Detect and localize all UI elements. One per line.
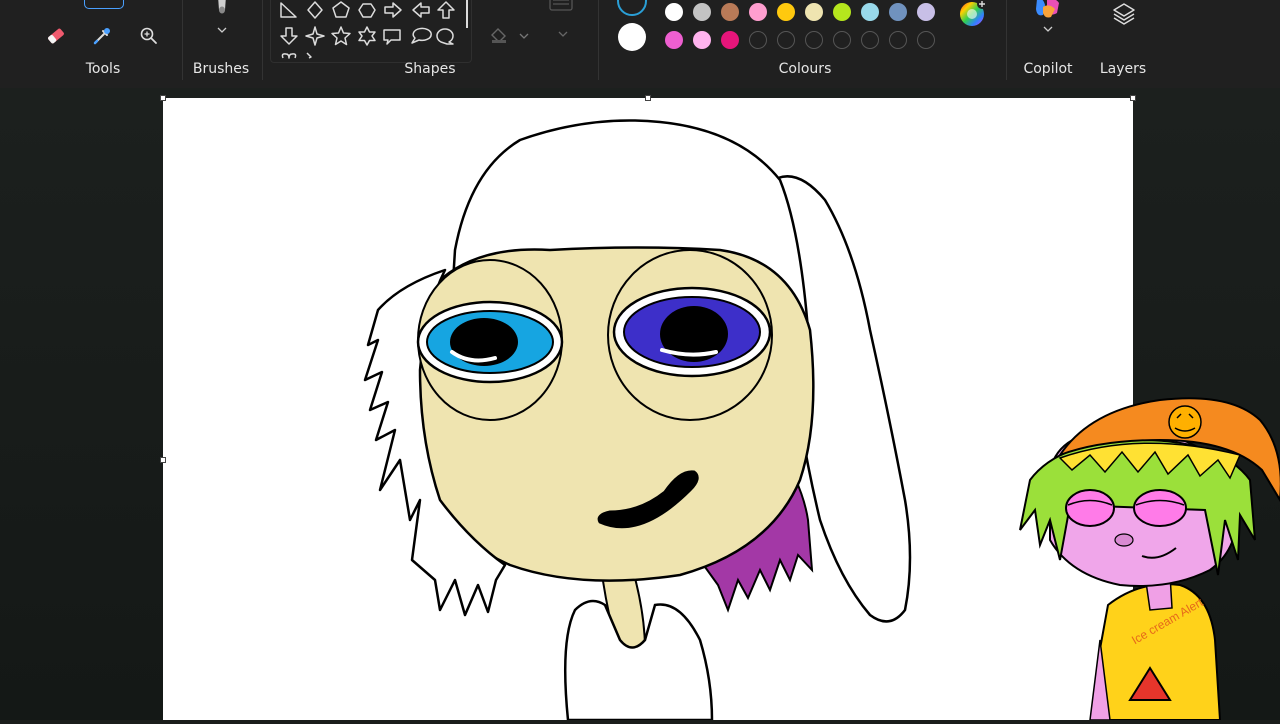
- custom-swatch-empty[interactable]: [917, 31, 935, 49]
- brush-button[interactable]: [208, 0, 236, 18]
- four-point-star-shape-icon: [305, 26, 325, 46]
- copilot-button[interactable]: [1032, 0, 1064, 22]
- lightning-shape-icon: [306, 52, 312, 59]
- layers-icon: [1113, 3, 1135, 25]
- divider: [1006, 0, 1007, 80]
- cloud-callout-shape-icon: [436, 28, 454, 45]
- shape-fill-dropdown[interactable]: [486, 24, 534, 48]
- avatar-overlay: Ice cream Alert: [1010, 395, 1280, 721]
- resize-handle[interactable]: [160, 457, 166, 463]
- tools-group-label: Tools: [85, 61, 121, 77]
- shapes-group-label: Shapes: [404, 61, 456, 77]
- layers-group-label: Layers: [1099, 61, 1147, 77]
- copilot-dropdown[interactable]: [1034, 20, 1062, 38]
- palette-swatch[interactable]: [665, 31, 683, 49]
- colour-1-selector[interactable]: [617, 0, 647, 16]
- fill-bucket-icon: [491, 28, 529, 43]
- layers-button[interactable]: [1108, 0, 1140, 28]
- palette-swatch[interactable]: [721, 31, 739, 49]
- avatar-nose: [1114, 533, 1134, 547]
- palette-swatch[interactable]: [777, 3, 795, 21]
- palette-swatch[interactable]: [721, 3, 739, 21]
- oval-callout-shape-icon: [411, 27, 432, 44]
- custom-swatch-empty[interactable]: [777, 31, 795, 49]
- up-arrow-shape-icon: [437, 1, 455, 19]
- down-arrow-shape-icon: [280, 27, 298, 45]
- resize-handle[interactable]: [160, 95, 166, 101]
- pumpkin-badge-icon: [1168, 405, 1202, 439]
- palette-swatch[interactable]: [665, 3, 683, 21]
- drawing-canvas[interactable]: [160, 95, 1136, 722]
- right-triangle-shape-icon: [280, 2, 297, 18]
- eraser-tool-button[interactable]: [42, 22, 70, 50]
- edit-colours-button[interactable]: [956, 0, 988, 30]
- eraser-icon: [48, 28, 64, 44]
- selection-tool-button[interactable]: [84, 0, 124, 9]
- copilot-icon: [1036, 0, 1059, 18]
- canvas-drawing: [363, 119, 912, 722]
- outline-icon: [549, 0, 573, 37]
- custom-swatch-empty[interactable]: [805, 31, 823, 49]
- magnifier-icon: [140, 27, 157, 44]
- divider: [182, 0, 183, 80]
- custom-swatch-empty[interactable]: [749, 31, 767, 49]
- palette-swatch[interactable]: [861, 3, 879, 21]
- custom-swatch-empty[interactable]: [861, 31, 879, 49]
- palette-swatch[interactable]: [749, 3, 767, 21]
- divider: [262, 0, 263, 80]
- resize-handle[interactable]: [1130, 95, 1136, 101]
- chevron-down-icon: [217, 27, 227, 33]
- colours-group-label: Colours: [778, 61, 832, 77]
- right-arrow-shape-icon: [384, 2, 402, 18]
- brushes-group-label: Brushes: [192, 61, 250, 77]
- character-illustration: Ice cream Alert: [1019, 397, 1280, 721]
- diamond-shape-icon: [307, 1, 323, 19]
- brushes-dropdown[interactable]: [208, 20, 236, 40]
- ribbon-toolbar: Tools Brushes Shapes Colours Copilot Lay…: [0, 0, 1280, 89]
- gallery-scrollbar[interactable]: [466, 0, 468, 28]
- palette-swatch[interactable]: [693, 31, 711, 49]
- custom-swatch-empty[interactable]: [833, 31, 851, 49]
- custom-swatch-empty[interactable]: [889, 31, 907, 49]
- colour-wheel-icon: [960, 0, 987, 26]
- palette-swatch[interactable]: [889, 3, 907, 21]
- pentagon-shape-icon: [332, 1, 350, 18]
- heart-shape-icon: [281, 53, 297, 59]
- shapes-grid: [280, 0, 468, 59]
- palette-swatch[interactable]: [693, 3, 711, 21]
- colour-picker-tool-button[interactable]: [88, 22, 116, 50]
- avatar-left-eye: [1065, 489, 1115, 527]
- six-point-star-shape-icon: [358, 26, 376, 46]
- resize-handle[interactable]: [645, 95, 651, 101]
- copilot-group-label: Copilot: [1023, 61, 1073, 77]
- chevron-down-icon: [1043, 26, 1053, 32]
- palette-swatch[interactable]: [917, 3, 935, 21]
- left-arrow-shape-icon: [412, 2, 430, 18]
- palette-swatch[interactable]: [833, 3, 851, 21]
- shapes-gallery: [270, 0, 472, 63]
- palette-swatch[interactable]: [805, 3, 823, 21]
- colour-2-selector[interactable]: [618, 23, 646, 51]
- five-point-star-shape-icon: [331, 26, 351, 46]
- shape-outline-dropdown[interactable]: [544, 0, 580, 48]
- avatar-right-eye: [1133, 489, 1187, 527]
- rect-callout-shape-icon: [383, 29, 401, 45]
- hexagon-shape-icon: [358, 3, 376, 18]
- brush-icon: [218, 0, 226, 14]
- divider: [598, 0, 599, 80]
- eyedropper-icon: [93, 28, 110, 45]
- magnifier-tool-button[interactable]: [135, 22, 163, 50]
